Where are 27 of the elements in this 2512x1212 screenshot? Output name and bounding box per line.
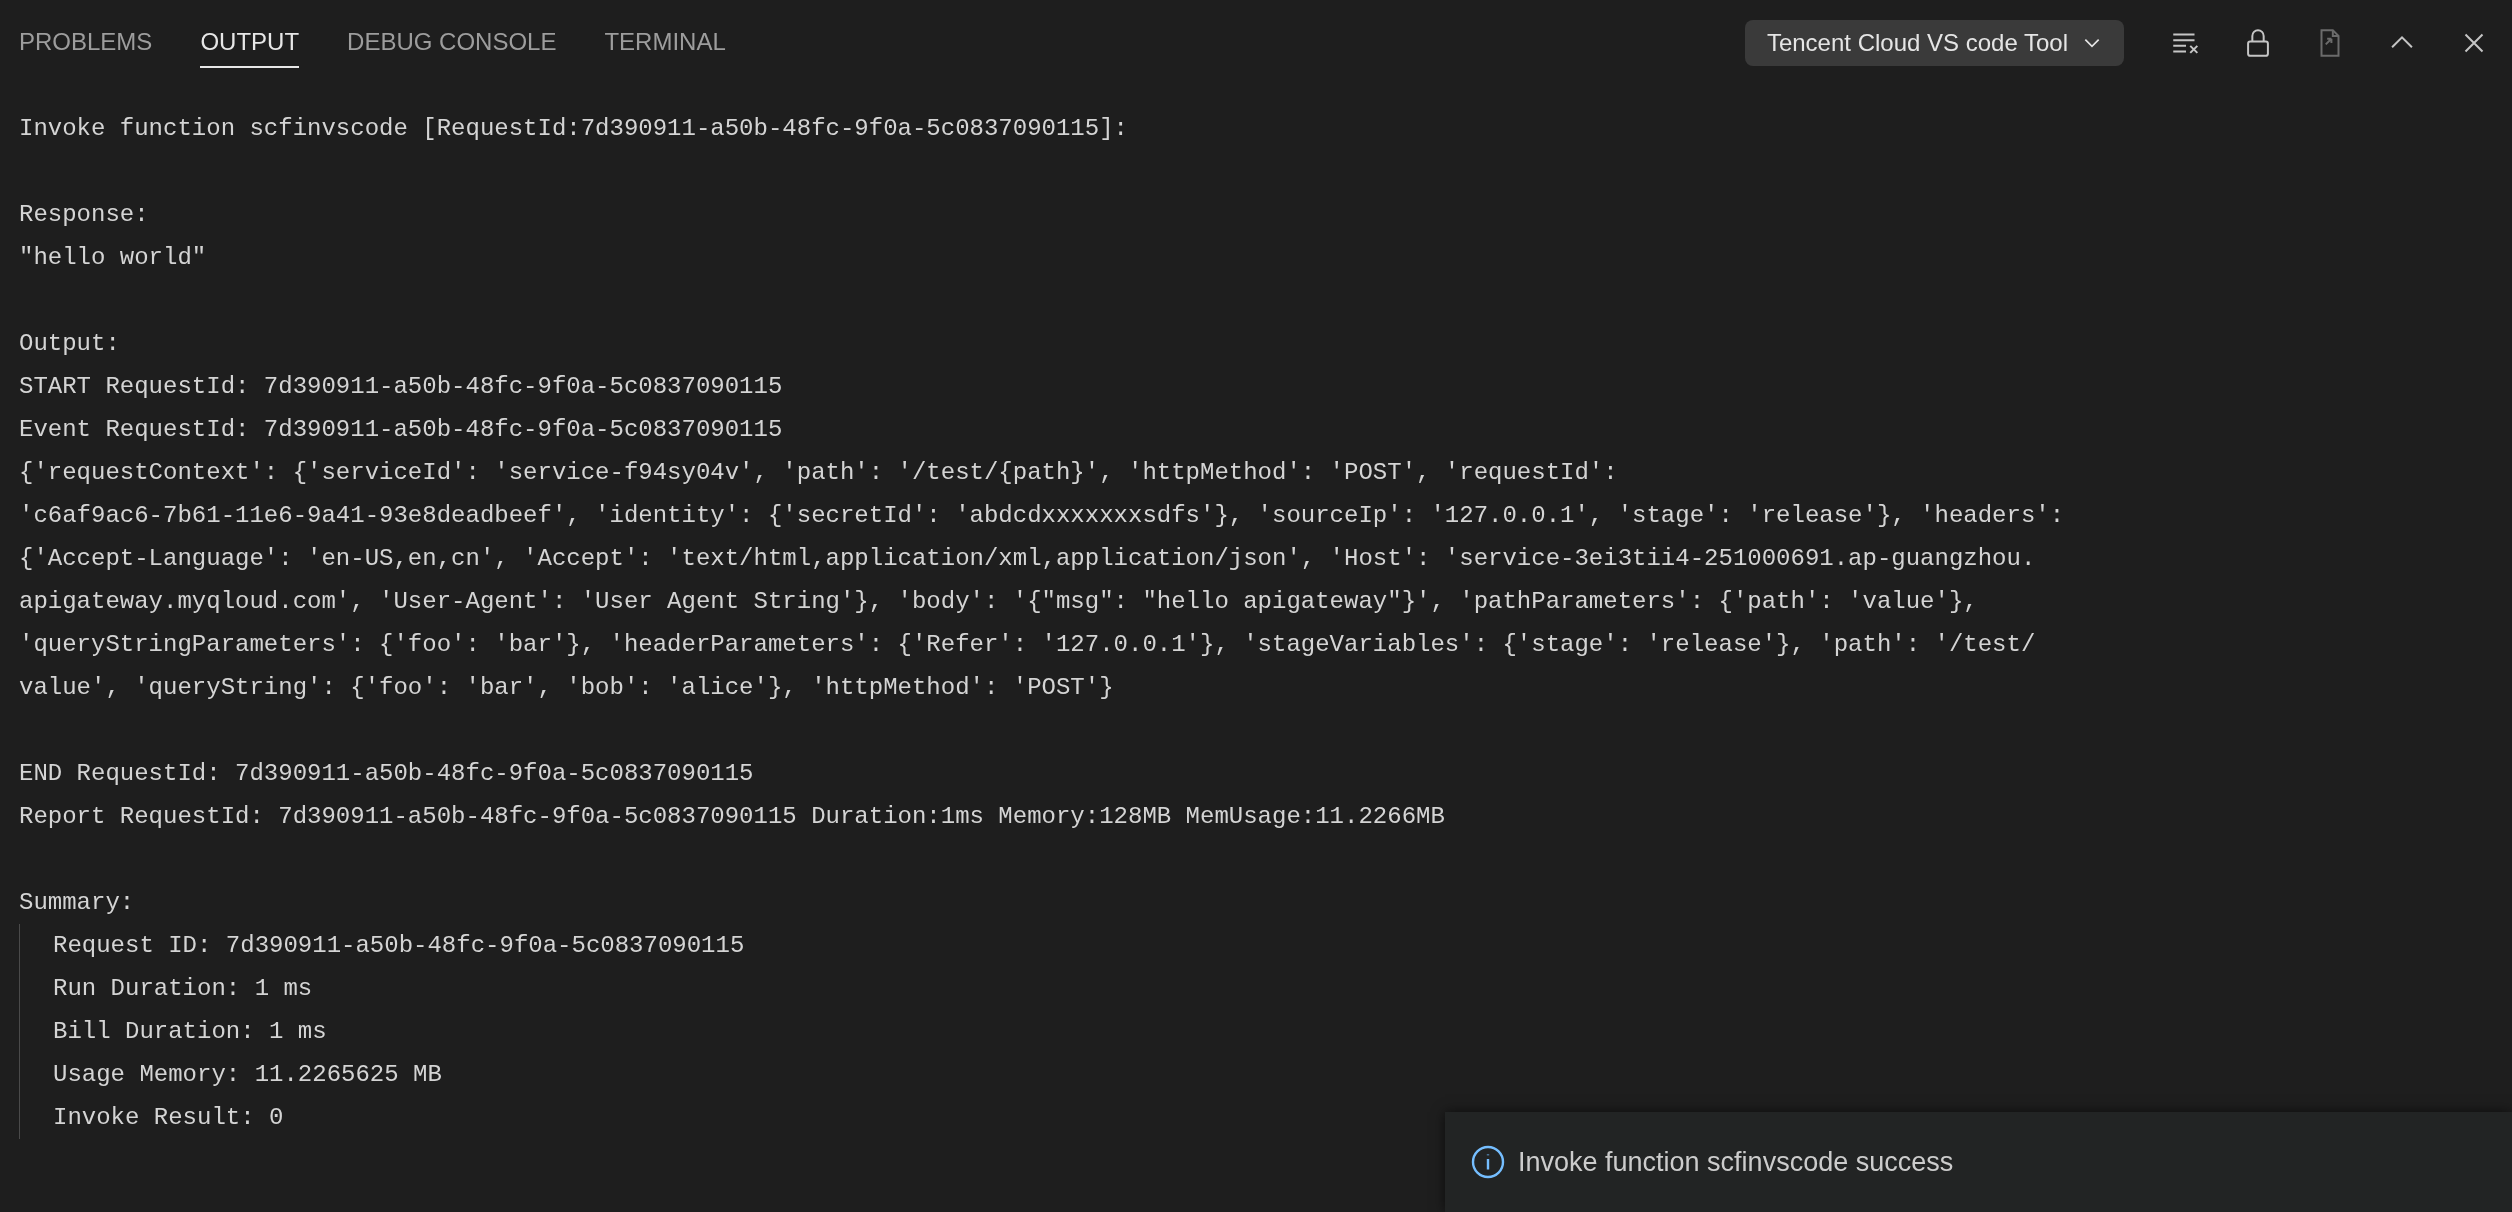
output-line: Output:: [19, 329, 121, 359]
panel-tab[interactable]: TERMINAL: [604, 18, 726, 68]
output-line: {'requestContext': {'serviceId': 'service-f94sy04v', 'path': '/test/{path}', 'httpMethod': 'POST', 'requestId':: [19, 458, 1619, 488]
output-line: Invoke Result: 0: [53, 1103, 285, 1133]
output-line: Run Duration: 1 ms: [53, 974, 314, 1004]
channel-dropdown[interactable]: Tencent Cloud VS code Tool: [1744, 20, 2124, 66]
notification-message: Invoke function scfinvscode success: [1518, 1145, 1954, 1179]
output-line: Summary:: [19, 888, 136, 918]
output-line: Event RequestId: 7d390911-a50b-48fc-9f0a-5c0837090115: [19, 415, 784, 445]
output-line: value', 'queryString': {'foo': 'bar', 'bob': 'alice'}, 'httpMethod': 'POST'}: [19, 673, 1115, 703]
output-line: Usage Memory: 11.2265625 MB: [53, 1060, 443, 1090]
output-line: "hello world": [19, 243, 208, 273]
output-line: Request ID: 7d390911-a50b-48fc-9f0a-5c0837090115: [53, 931, 746, 961]
output-line: Report RequestId: 7d390911-a50b-48fc-9f0a-5c0837090115 Duration:1ms Memory:128MB MemUsage:11.2266MB: [19, 802, 1446, 832]
output-line: {'Accept-Language': 'en-US,en,cn', 'Accept': 'text/html,application/xml,application/json', 'Host': 'service-3ei3tii4-251000691.ap-guangzhou.: [19, 544, 2037, 574]
panel-tab[interactable]: PROBLEMS: [19, 18, 153, 68]
output-line: START RequestId: 7d390911-a50b-48fc-9f0a-5c0837090115: [19, 372, 784, 402]
output-line: 'queryStringParameters': {'foo': 'bar'}, 'headerParameters': {'Refer': '127.0.0.1'}, 'stageVariables': {'stage': 'release'}, 'path': '/test/: [19, 630, 2037, 660]
output-line: Bill Duration: 1 ms: [53, 1017, 328, 1047]
info-icon: [1470, 1144, 1506, 1180]
output-line: 'c6af9ac6-7b61-11e6-9a41-93e8deadbeef', 'identity': {'secretId': 'abdcdxxxxxxxsdfs'}, 'sourceIp': '127.0.0.1', 'stage': 'release'}, 'headers':: [19, 501, 2066, 531]
panel-tab[interactable]: OUTPUT: [200, 18, 300, 68]
output-line: Response:: [19, 200, 150, 230]
output-line: apigateway.myqloud.com', 'User-Agent': 'User Agent String'}, 'body': '{"msg": "hello apigateway"}', 'pathParameters': {'path': 'value'},: [19, 587, 1979, 617]
output-line: END RequestId: 7d390911-a50b-48fc-9f0a-5c0837090115: [19, 759, 755, 789]
panel-tab[interactable]: DEBUG CONSOLE: [347, 18, 557, 68]
output-line: Invoke function scfinvscode [RequestId:7d390911-a50b-48fc-9f0a-5c0837090115]:: [19, 114, 1129, 144]
